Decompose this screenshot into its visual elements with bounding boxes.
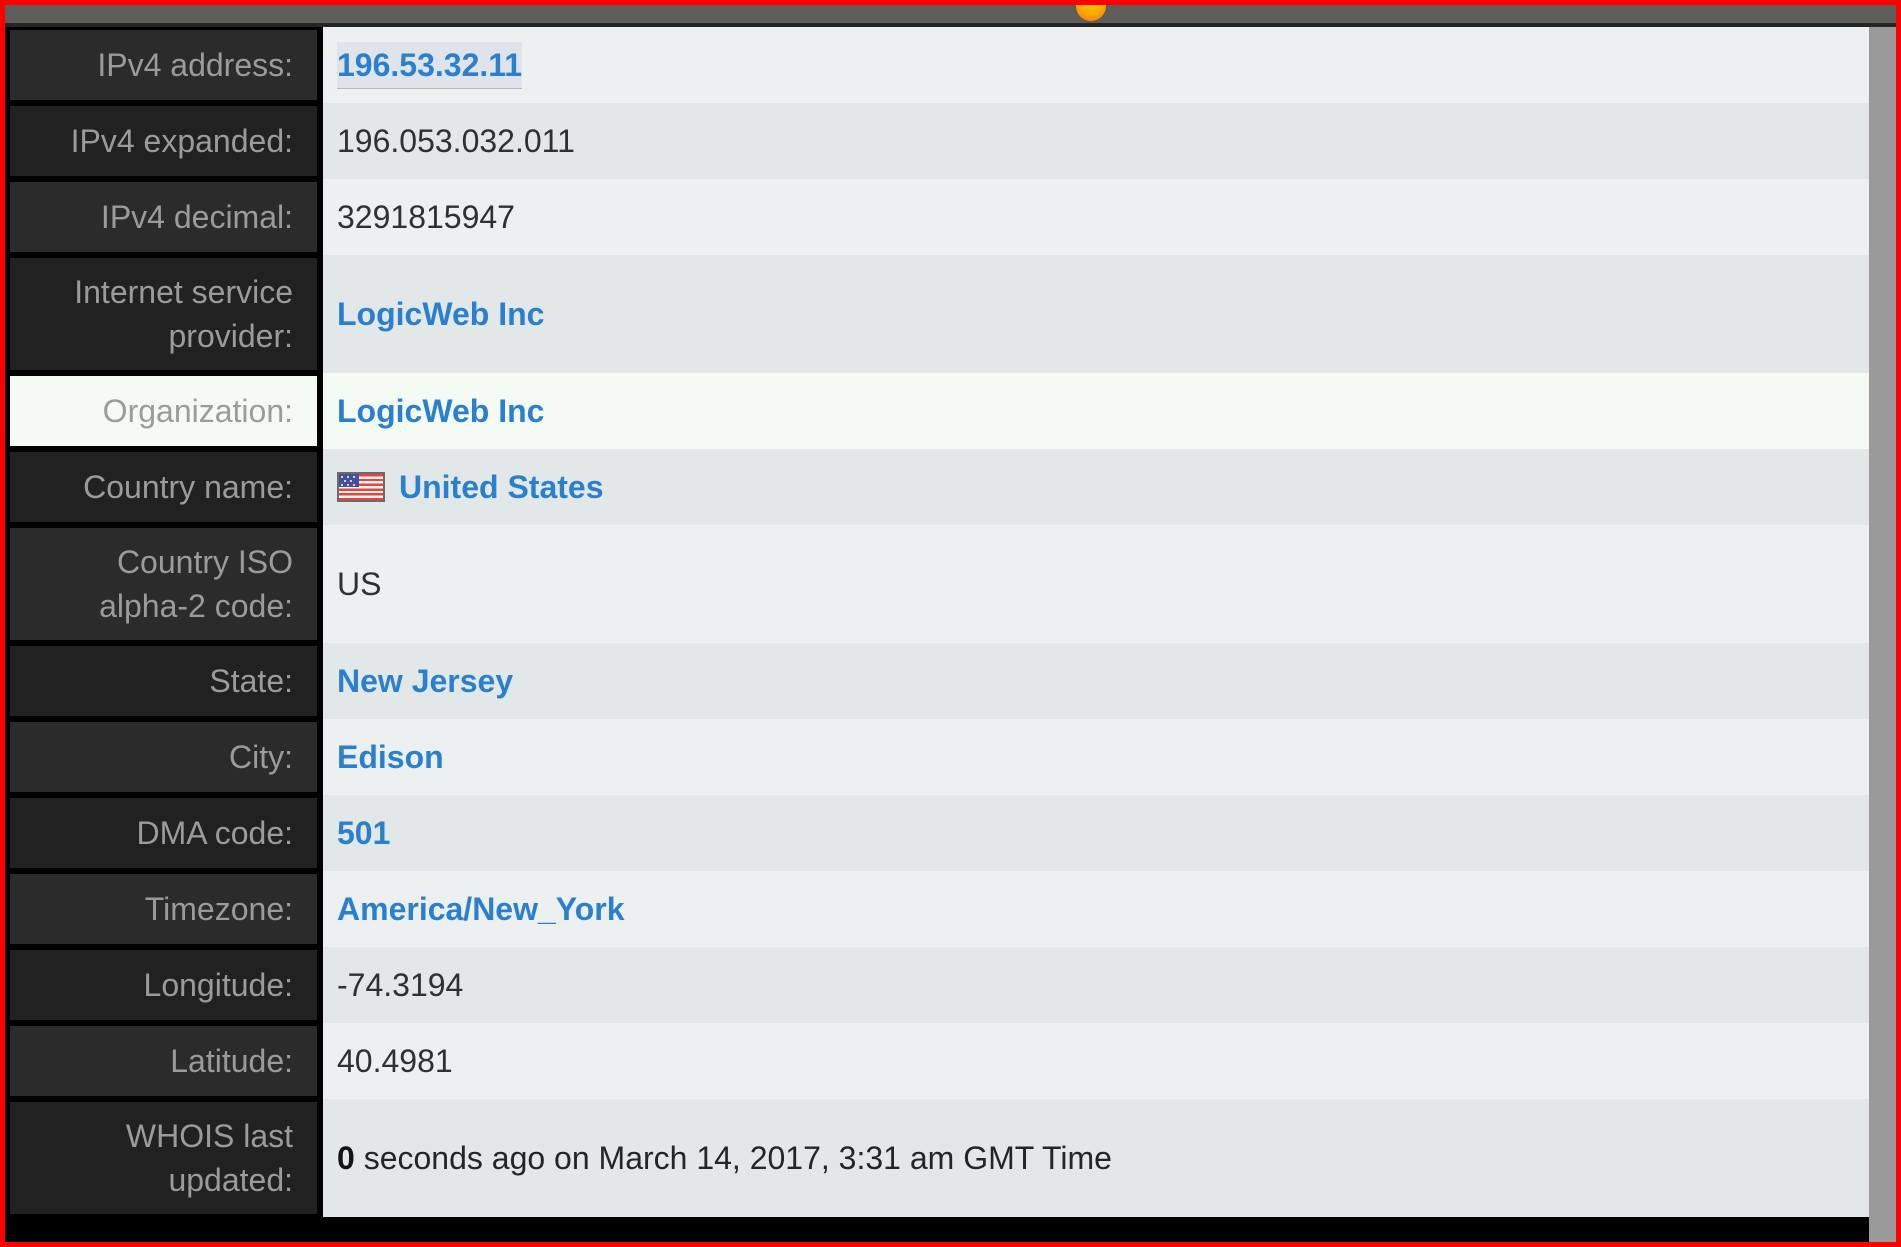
value-text: US — [337, 566, 382, 602]
row-label: IPv4 decimal: — [5, 179, 323, 255]
value-text: -74.3194 — [337, 967, 464, 1003]
table-row: Organization: LogicWeb Inc — [5, 373, 1896, 449]
table-row: DMA code: 501 — [5, 795, 1896, 871]
table-row: State: New Jersey — [5, 643, 1896, 719]
row-label: DMA code: — [5, 795, 323, 871]
row-label: Latitude: — [5, 1023, 323, 1099]
row-label: Country name: — [5, 449, 323, 525]
row-value: 196.053.032.011 — [323, 103, 1896, 179]
whois-last-updated-value: 0 seconds ago on March 14, 2017, 3:31 am… — [337, 1135, 1112, 1181]
table-row: Country ISO alpha-2 code: US — [5, 525, 1896, 643]
scrollbar-thumb[interactable] — [1872, 27, 1893, 1242]
row-value: New Jersey — [323, 643, 1896, 719]
row-label: Internet service provider: — [5, 255, 323, 373]
row-value: LogicWeb Inc — [323, 373, 1896, 449]
table-row: Timezone: America/New_York — [5, 871, 1896, 947]
table-row: IPv4 decimal: 3291815947 — [5, 179, 1896, 255]
value-link[interactable]: United States — [399, 464, 603, 510]
row-value: 501 — [323, 795, 1896, 871]
row-label: IPv4 address: — [5, 27, 323, 103]
table-row: City: Edison — [5, 719, 1896, 795]
row-value: US — [323, 525, 1896, 643]
row-value: 3291815947 — [323, 179, 1896, 255]
row-value: America/New_York — [323, 871, 1896, 947]
value-text: 3291815947 — [337, 199, 515, 235]
value-text: 40.4981 — [337, 1043, 453, 1079]
us-flag-icon — [337, 472, 385, 502]
browser-viewport: IPv4 address: 196.53.32.11 IPv4 expanded: 1… — [0, 0, 1901, 1247]
table-row: Country name: United States — [5, 449, 1896, 525]
value-link[interactable]: LogicWeb Inc — [337, 291, 544, 337]
ip-info-table: IPv4 address: 196.53.32.11 IPv4 expanded: 1… — [5, 27, 1896, 1217]
vertical-scrollbar[interactable] — [1869, 27, 1896, 1242]
row-label: City: — [5, 719, 323, 795]
row-value: Edison — [323, 719, 1896, 795]
table-row: WHOIS last updated: 0 seconds ago on Marc… — [5, 1099, 1896, 1217]
row-value: 40.4981 — [323, 1023, 1896, 1099]
table-row: Internet service provider: LogicWeb Inc — [5, 255, 1896, 373]
row-label: Longitude: — [5, 947, 323, 1023]
value-link[interactable]: LogicWeb Inc — [337, 388, 544, 434]
browser-logo-icon — [1076, 5, 1106, 21]
row-label: Timezone: — [5, 871, 323, 947]
row-label: IPv4 expanded: — [5, 103, 323, 179]
whois-elapsed-text: seconds ago on March 14, 2017, 3:31 am G… — [354, 1140, 1112, 1176]
row-label: Organization: — [5, 373, 323, 449]
row-value: -74.3194 — [323, 947, 1896, 1023]
value-link[interactable]: 196.53.32.11 — [337, 42, 523, 88]
value-text: 196.053.032.011 — [337, 123, 575, 159]
row-label: WHOIS last updated: — [5, 1099, 323, 1217]
value-link[interactable]: New Jersey — [337, 658, 513, 704]
row-label: State: — [5, 643, 323, 719]
browser-chrome-bar — [5, 5, 1896, 23]
row-value: 196.53.32.11 — [323, 27, 1896, 103]
table-row: Latitude: 40.4981 — [5, 1023, 1896, 1099]
row-value: 0 seconds ago on March 14, 2017, 3:31 am… — [323, 1099, 1896, 1217]
table-row: Longitude: -74.3194 — [5, 947, 1896, 1023]
value-link[interactable]: Edison — [337, 734, 444, 780]
row-value: United States — [323, 449, 1896, 525]
row-label: Country ISO alpha-2 code: — [5, 525, 323, 643]
row-value: LogicWeb Inc — [323, 255, 1896, 373]
value-link[interactable]: 501 — [337, 810, 390, 856]
value-link[interactable]: America/New_York — [337, 886, 625, 932]
page-content: IPv4 address: 196.53.32.11 IPv4 expanded: 1… — [5, 27, 1896, 1242]
table-row: IPv4 address: 196.53.32.11 — [5, 27, 1896, 103]
table-row: IPv4 expanded: 196.053.032.011 — [5, 103, 1896, 179]
whois-elapsed-count: 0 — [337, 1140, 355, 1176]
